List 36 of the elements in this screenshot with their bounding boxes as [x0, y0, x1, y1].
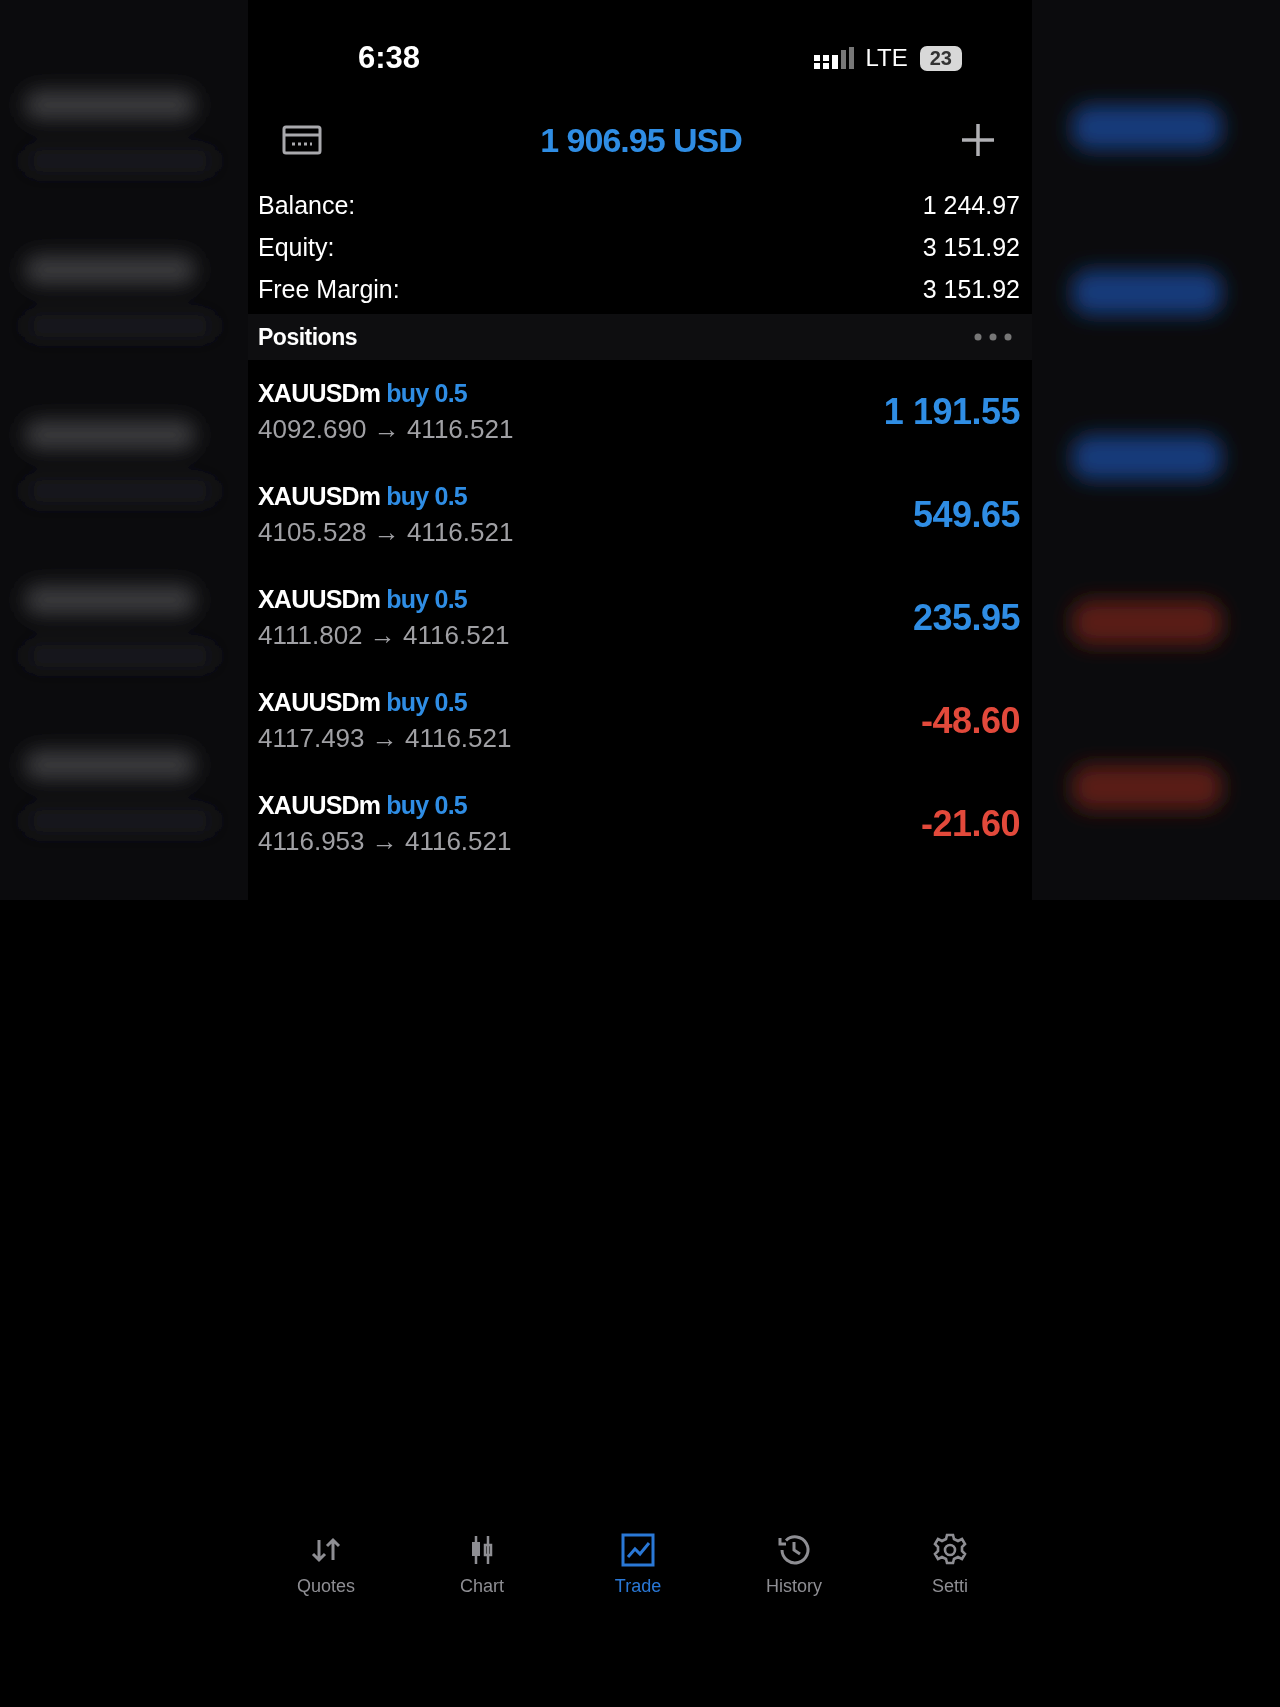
account-total: 1 906.95 USD	[539, 120, 743, 160]
position-prices: 4092.690 → 4116.521	[258, 413, 515, 445]
summary-label: Balance:	[258, 190, 356, 221]
position-title[interactable]: XAUUSDm buy 0.5	[258, 790, 921, 820]
signal-icon	[813, 47, 854, 69]
position-profit: -21.60	[920, 802, 1020, 845]
position-title[interactable]: XAUUSDm buy 0.5	[258, 687, 921, 717]
position-title[interactable]: XAUUSDm buy 0.5	[258, 584, 913, 614]
plus-icon[interactable]	[960, 122, 996, 158]
summary-value: 3 151.92	[922, 232, 1020, 263]
line-chart-icon	[620, 1532, 656, 1568]
battery-indicator: 23	[919, 45, 962, 71]
tab-item[interactable]: Chart	[404, 1532, 560, 1597]
tab-item[interactable]: Trade	[560, 1532, 716, 1597]
position-prices: 4105.528 → 4116.521	[258, 516, 515, 548]
summary-label: Free Margin:	[258, 274, 400, 305]
tab-item[interactable]: History	[716, 1532, 872, 1597]
section-title: Positions	[258, 323, 357, 351]
network-label: LTE	[865, 44, 908, 72]
position-profit: 1 191.55	[883, 390, 1020, 433]
position-title[interactable]: XAUUSDm buy 0.5	[258, 481, 913, 511]
position-profit: 235.95	[912, 596, 1020, 639]
tab-item[interactable]: Setti	[872, 1532, 1028, 1597]
position-prices: 4111.802 → 4116.521	[258, 619, 511, 651]
status-time: 6:38	[358, 40, 422, 76]
position-profit: -48.60	[920, 699, 1020, 742]
position-title[interactable]: XAUUSDm buy 0.5	[258, 378, 884, 408]
tab-item[interactable]: Quotes	[248, 1532, 404, 1597]
summary-value: 1 244.97	[922, 190, 1020, 221]
more-icon[interactable]	[974, 333, 1012, 341]
summary-value: 3 151.92	[922, 274, 1020, 305]
summary-label: Equity:	[258, 232, 335, 263]
position-prices: 4116.953 → 4116.521	[258, 825, 513, 857]
card-icon[interactable]	[282, 125, 322, 155]
position-prices: 4117.493 → 4116.521	[258, 722, 513, 754]
position-profit: 549.65	[912, 493, 1020, 536]
